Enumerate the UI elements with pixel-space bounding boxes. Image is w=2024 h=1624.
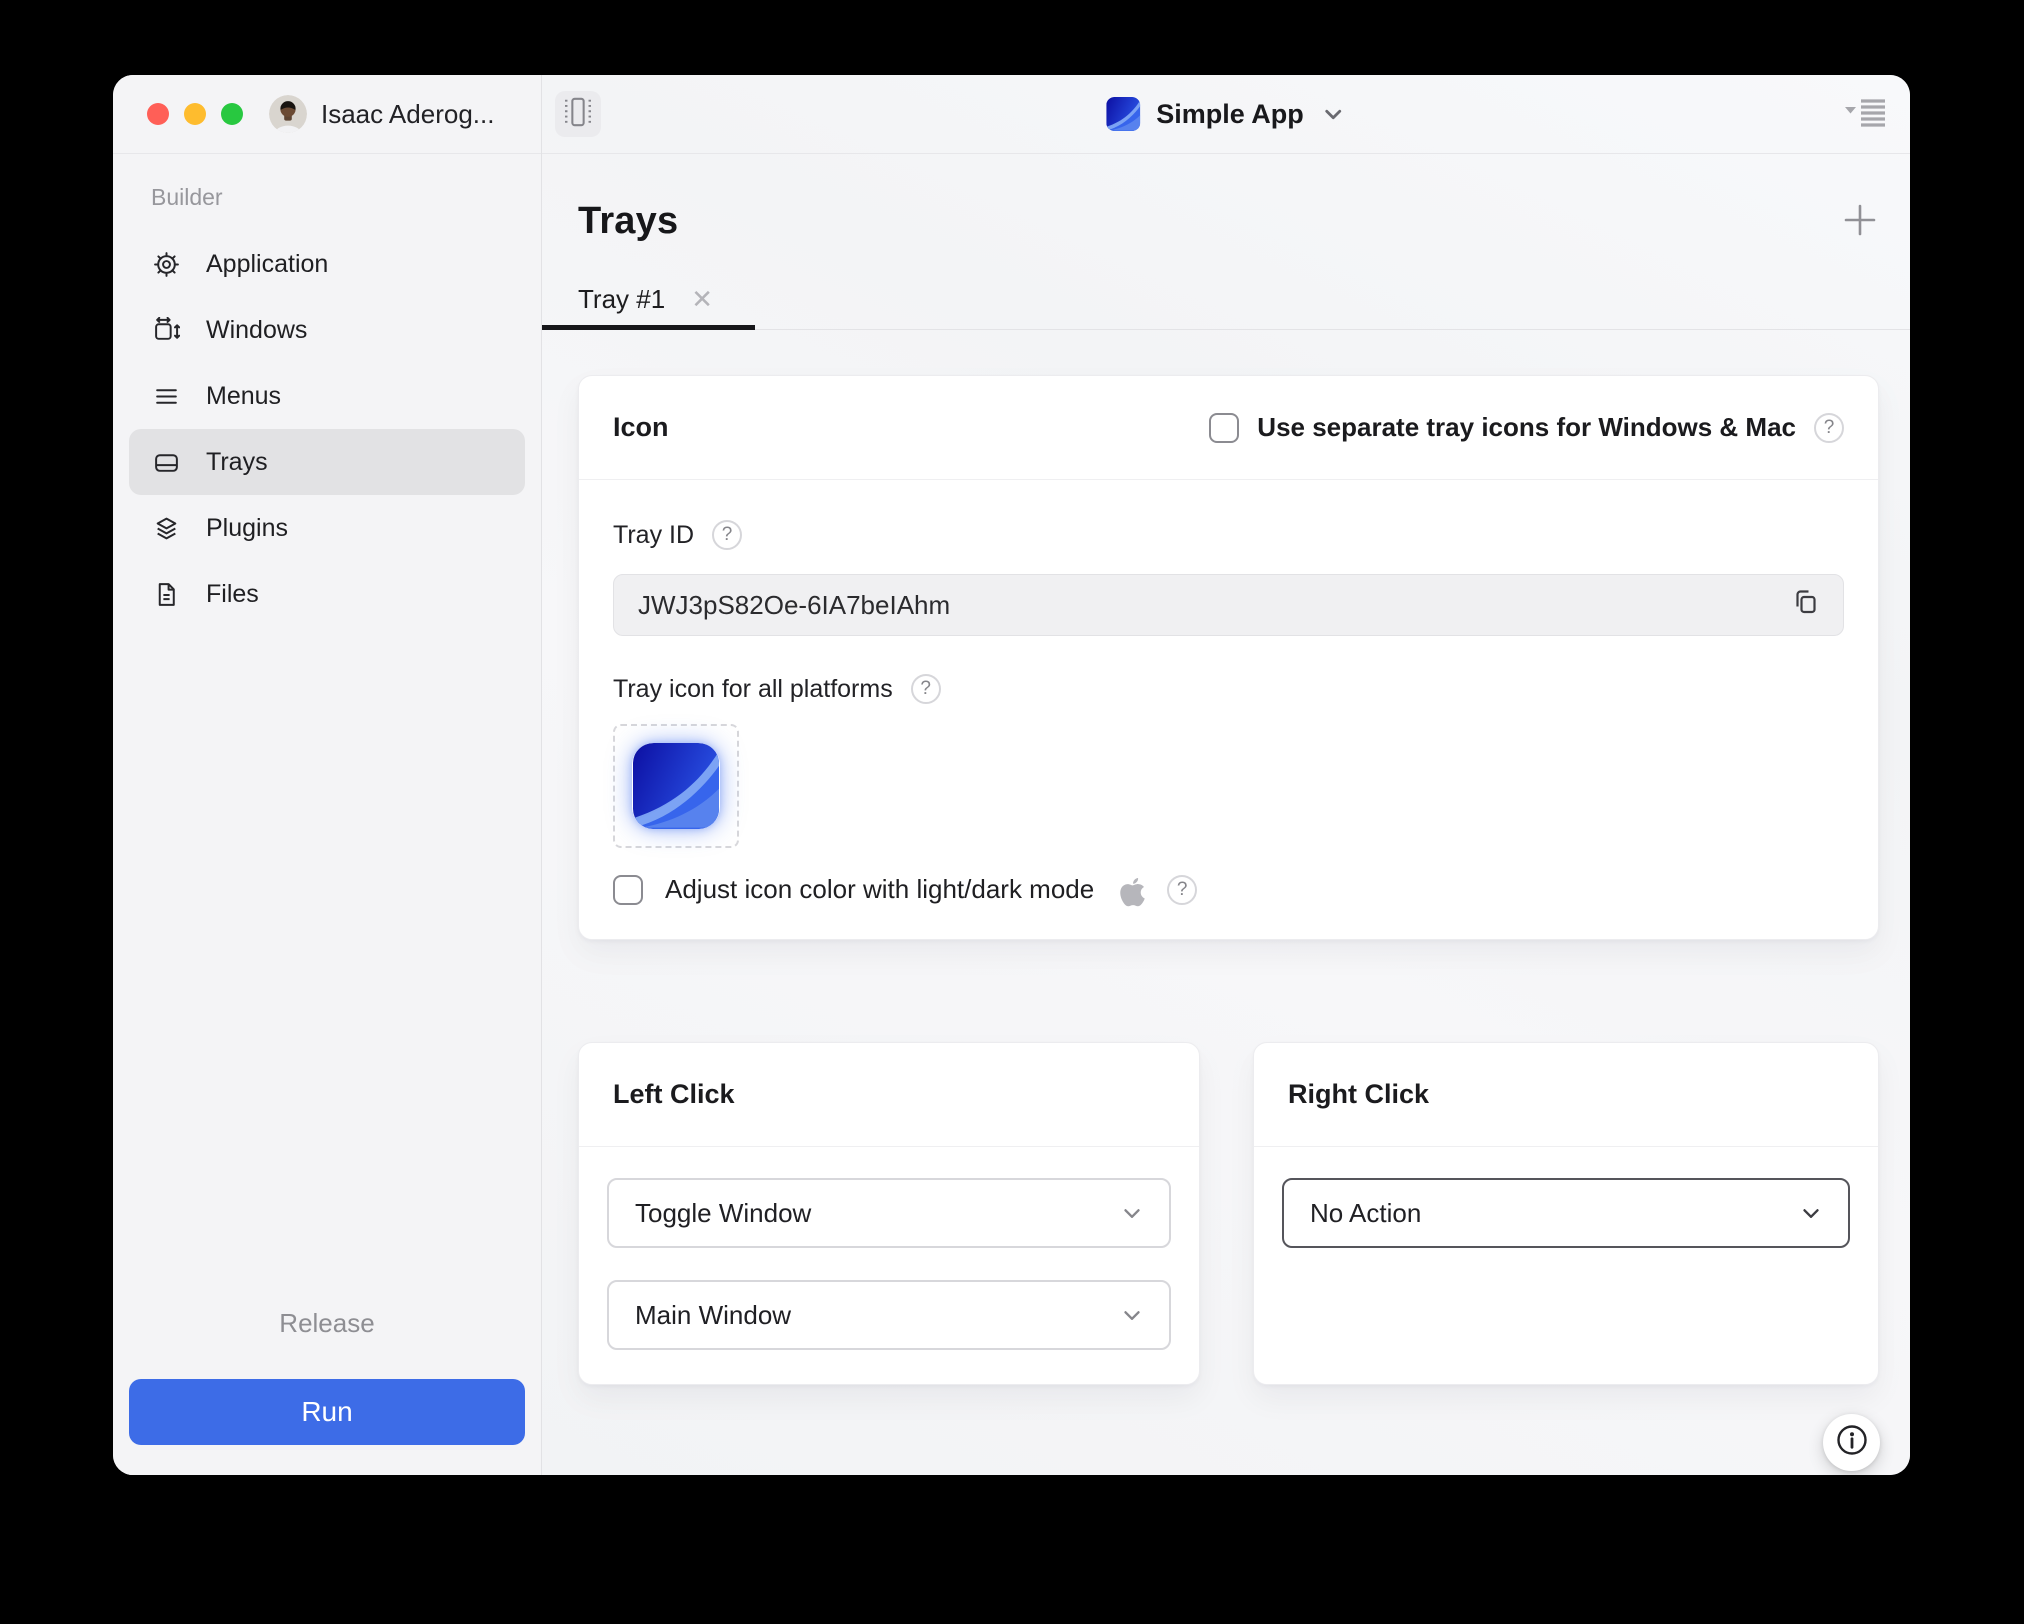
- left-click-card: Left Click Toggle Window Main Window: [578, 1042, 1200, 1385]
- plus-icon: [1842, 202, 1878, 243]
- tray-id-value: JWJ3pS82Oe-6IA7beIAhm: [638, 589, 951, 620]
- minimize-window-button[interactable]: [184, 103, 206, 125]
- adjust-color-checkbox[interactable]: [613, 874, 643, 905]
- left-click-window-select[interactable]: Main Window: [607, 1280, 1171, 1350]
- sidebar-item-application[interactable]: Application: [129, 231, 525, 297]
- main-content: Simple App Trays Tray #1 ✕ Icon Use sepa…: [542, 75, 1910, 1475]
- sidebar-item-label: Menus: [206, 381, 282, 410]
- sidebar-item-files[interactable]: Files: [129, 561, 525, 627]
- sidebar-toggle-icon: [562, 95, 594, 134]
- tray-icon-label: Tray icon for all platforms: [613, 674, 893, 703]
- right-click-title: Right Click: [1288, 1079, 1430, 1109]
- help-icon[interactable]: ?: [712, 520, 743, 550]
- chevron-down-icon: [1320, 101, 1346, 127]
- tab-tray-1[interactable]: Tray #1 ✕: [542, 269, 755, 330]
- tab-label: Tray #1: [578, 283, 666, 314]
- copy-icon[interactable]: [1791, 587, 1821, 624]
- right-click-action-value: No Action: [1310, 1197, 1422, 1228]
- sidebar-nav: Builder Application Windows Menus Trays …: [113, 154, 541, 1308]
- page-title: Trays: [578, 200, 679, 242]
- add-tray-button[interactable]: [1840, 202, 1880, 242]
- sidebar-item-windows[interactable]: Windows: [129, 297, 525, 363]
- left-click-body: Toggle Window Main Window: [579, 1147, 1199, 1384]
- run-button[interactable]: Run: [129, 1379, 525, 1445]
- chevron-down-icon: [1119, 1302, 1145, 1328]
- right-click-body: No Action: [1254, 1147, 1878, 1384]
- icon-card: Icon Use separate tray icons for Windows…: [578, 375, 1879, 940]
- adjust-color-row: Adjust icon color with light/dark mode ?: [613, 874, 1844, 906]
- traffic-lights: [147, 103, 243, 125]
- sidebar-item-label: Plugins: [206, 513, 288, 542]
- icon-card-body: Tray ID ? JWJ3pS82Oe-6IA7beIAhm Tray ico…: [579, 480, 1878, 939]
- tray-id-label-row: Tray ID ?: [613, 520, 1844, 550]
- zoom-window-button[interactable]: [221, 103, 243, 125]
- app-window: Isaac Aderog... Builder Application Wind…: [113, 75, 1910, 1475]
- sidebar-section-label: Builder: [151, 184, 223, 210]
- sidebar-item-label: Application: [206, 249, 329, 278]
- left-click-action-value: Toggle Window: [635, 1197, 812, 1228]
- sidebar-item-label: Trays: [206, 447, 268, 476]
- icon-card-title: Icon: [613, 412, 669, 442]
- app-name: Simple App: [1156, 98, 1304, 129]
- tray-icon: [153, 449, 180, 476]
- menu-lines-icon: [153, 383, 180, 410]
- apple-logo-icon: [1120, 875, 1145, 906]
- close-tab-icon[interactable]: ✕: [691, 286, 713, 312]
- tray-settings-panel: Icon Use separate tray icons for Windows…: [542, 330, 1910, 1475]
- sidebar: Isaac Aderog... Builder Application Wind…: [113, 75, 542, 1475]
- sidebar-item-plugins[interactable]: Plugins: [129, 495, 525, 561]
- info-icon: [1835, 1423, 1869, 1462]
- left-click-header: Left Click: [579, 1043, 1199, 1147]
- gear-icon: [153, 251, 180, 278]
- close-window-button[interactable]: [147, 103, 169, 125]
- icon-card-header: Icon Use separate tray icons for Windows…: [579, 376, 1878, 480]
- tray-id-field[interactable]: JWJ3pS82Oe-6IA7beIAhm: [613, 574, 1844, 636]
- right-click-header: Right Click: [1254, 1043, 1878, 1147]
- right-click-card: Right Click No Action: [1253, 1042, 1879, 1385]
- chevron-down-icon: [1119, 1200, 1145, 1226]
- window-titlebar: Isaac Aderog...: [113, 75, 541, 154]
- toolbar: Simple App: [542, 75, 1910, 154]
- separate-icons-checkbox[interactable]: [1209, 412, 1240, 443]
- document-icon: [153, 581, 180, 608]
- help-icon[interactable]: ?: [1167, 874, 1198, 905]
- left-click-window-value: Main Window: [635, 1299, 792, 1330]
- chevron-down-icon: [1798, 1200, 1824, 1226]
- tray-id-label: Tray ID: [613, 520, 695, 549]
- help-icon[interactable]: ?: [1814, 412, 1844, 443]
- avatar[interactable]: [269, 95, 307, 133]
- sidebar-toggle-button[interactable]: [555, 91, 601, 137]
- view-options-button[interactable]: [1842, 96, 1886, 133]
- sidebar-item-trays[interactable]: Trays: [129, 429, 525, 495]
- sidebar-footer: Release Run: [113, 1308, 541, 1475]
- sidebar-item-label: Files: [206, 579, 259, 608]
- sidebar-item-label: Windows: [206, 315, 308, 344]
- release-link[interactable]: Release: [129, 1308, 525, 1339]
- page-header: Trays: [542, 154, 1910, 243]
- app-selector[interactable]: Simple App: [1106, 97, 1346, 131]
- left-click-action-select[interactable]: Toggle Window: [607, 1178, 1171, 1248]
- user-name[interactable]: Isaac Aderog...: [321, 99, 494, 130]
- tray-icon-preview: [632, 743, 720, 829]
- desktop: { "titlebar": { "user_name": "Isaac Ader…: [0, 0, 2024, 1624]
- tray-icon-dropzone[interactable]: [613, 724, 739, 848]
- app-icon: [1106, 97, 1140, 131]
- click-actions-row: Left Click Toggle Window Main Window Rig…: [578, 1042, 1879, 1385]
- info-button[interactable]: [1823, 1414, 1880, 1471]
- tab-bar: Tray #1 ✕: [542, 269, 1910, 330]
- separate-icons-label: Use separate tray icons for Windows & Ma…: [1257, 412, 1796, 442]
- tray-icon-label-row: Tray icon for all platforms ?: [613, 674, 1844, 704]
- adjust-color-label: Adjust icon color with light/dark mode: [665, 874, 1095, 904]
- layers-icon: [153, 515, 180, 542]
- help-icon[interactable]: ?: [910, 674, 941, 704]
- left-click-title: Left Click: [613, 1079, 735, 1109]
- window-resize-icon: [153, 316, 180, 344]
- sidebar-item-menus[interactable]: Menus: [129, 363, 525, 429]
- right-click-action-select[interactable]: No Action: [1282, 1178, 1850, 1248]
- list-dropdown-icon: [1842, 96, 1886, 133]
